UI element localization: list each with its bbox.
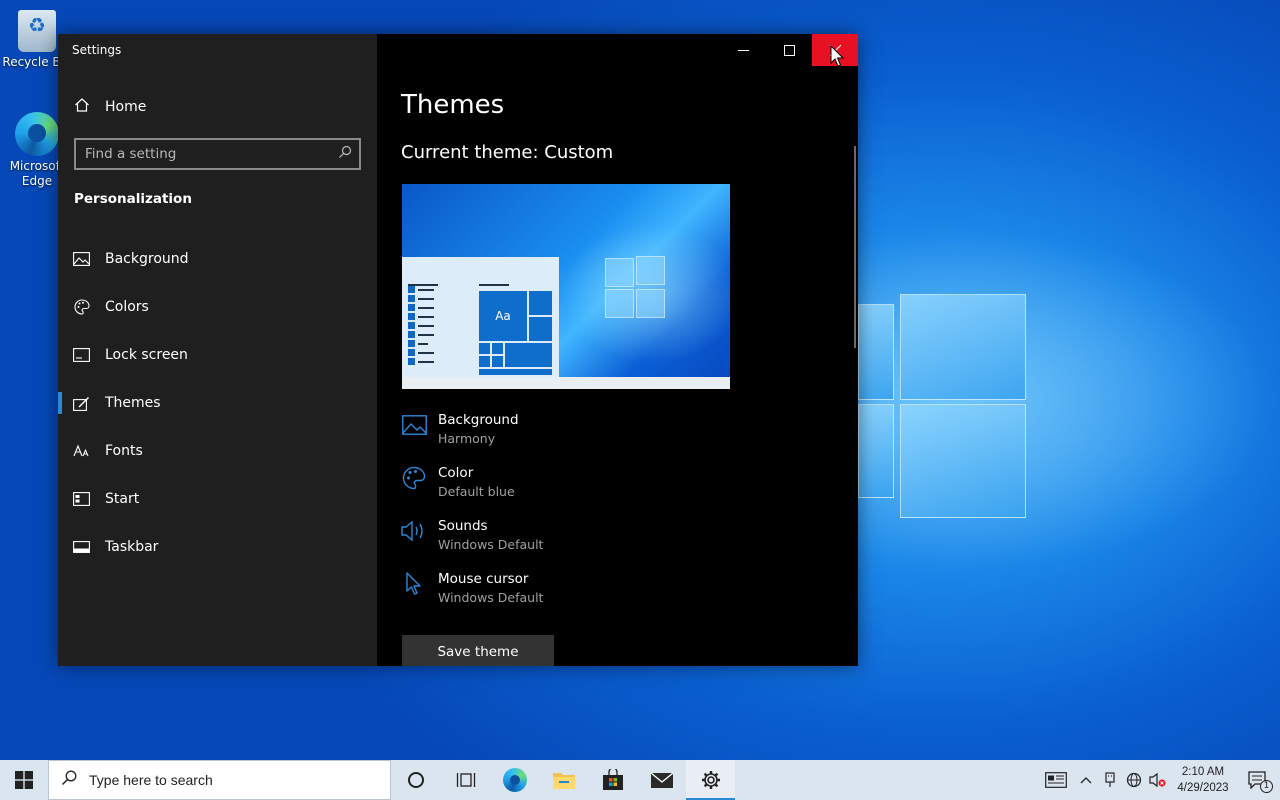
search-icon [49, 770, 89, 790]
taskbar: Type here to search 2:10 AM 4/29/2023 1 [0, 760, 1280, 800]
theme-preview: Aa [402, 184, 730, 389]
notifications-button[interactable]: 1 [1236, 760, 1280, 800]
theme-prop-value: Default blue [438, 484, 515, 499]
theme-prop-value: Windows Default [438, 590, 544, 605]
settings-nav-pane: Settings Home Personalization Background [58, 34, 377, 666]
search-icon[interactable] [331, 145, 359, 163]
maximize-button[interactable] [766, 34, 812, 66]
nav-item-background[interactable]: Background [58, 235, 377, 283]
picture-icon [401, 412, 427, 438]
settings-icon [701, 771, 720, 789]
nav-list: Background Colors Lock screen Themes Fon… [58, 235, 377, 571]
network-globe-icon [1126, 772, 1142, 788]
volume-button[interactable] [1146, 760, 1170, 800]
nav-item-label: Colors [105, 299, 149, 315]
theme-prop-name: Background [438, 412, 519, 428]
notification-count-badge: 1 [1260, 780, 1273, 793]
network-button[interactable] [1122, 760, 1146, 800]
mouse-pointer-icon [830, 45, 844, 67]
edge-icon [502, 768, 527, 792]
save-theme-button[interactable]: Save theme [402, 635, 554, 666]
font-icon [58, 444, 105, 458]
taskbar-icon [58, 541, 105, 553]
nav-item-fonts[interactable]: Fonts [58, 427, 377, 475]
cursor-icon [401, 571, 427, 597]
edge-icon [15, 112, 59, 156]
nav-item-label: Taskbar [105, 539, 159, 555]
nav-item-label: Lock screen [105, 347, 188, 363]
volume-muted-icon [1149, 772, 1166, 788]
start-button[interactable] [0, 760, 48, 800]
theme-prop-name: Sounds [438, 518, 488, 534]
mail-icon [650, 772, 673, 788]
settings-search-input[interactable] [76, 140, 331, 168]
home-icon [58, 97, 105, 117]
taskbar-mail[interactable] [637, 760, 686, 800]
taskbar-search-placeholder: Type here to search [89, 772, 213, 788]
taskbar-store[interactable] [588, 760, 637, 800]
taskbar-search-box[interactable]: Type here to search [48, 760, 391, 800]
start-icon [58, 492, 105, 506]
cortana-icon [408, 772, 424, 788]
minimize-button[interactable] [720, 34, 766, 66]
preview-window-card: Aa [402, 257, 559, 389]
preview-windows-logo [605, 256, 667, 318]
nav-item-label: Themes [105, 395, 161, 411]
palette-icon [58, 299, 105, 315]
current-theme-heading: Current theme: Custom [401, 142, 614, 163]
taskbar-file-explorer[interactable] [539, 760, 588, 800]
theme-prop-value: Windows Default [438, 537, 544, 552]
settings-search-box[interactable] [74, 138, 361, 170]
taskbar-settings[interactable] [686, 760, 735, 800]
task-view-button[interactable] [441, 760, 490, 800]
wallpaper-windows-logo [858, 282, 1028, 520]
nav-item-start[interactable]: Start [58, 475, 377, 523]
nav-item-label: Start [105, 491, 140, 507]
recycle-bin-icon [18, 10, 56, 52]
settings-window: Settings Home Personalization Background [58, 34, 858, 666]
picture-icon [58, 252, 105, 266]
nav-section-title: Personalization [74, 191, 192, 207]
nav-item-label: Fonts [105, 443, 143, 459]
preview-tile-text: Aa [478, 290, 528, 342]
news-button[interactable] [1038, 760, 1074, 800]
store-icon [602, 769, 623, 790]
theme-prop-value: Harmony [438, 431, 496, 446]
clock-date: 4/29/2023 [1177, 782, 1229, 794]
clock[interactable]: 2:10 AM 4/29/2023 [1170, 764, 1236, 796]
nav-home-label: Home [105, 99, 147, 115]
settings-content: Themes Current theme: Custom Aa Backgrou… [377, 34, 858, 666]
theme-prop-name: Color [438, 465, 474, 481]
show-hidden-icons-button[interactable] [1074, 760, 1098, 800]
maximize-icon [783, 44, 795, 56]
palette-icon [401, 465, 427, 491]
chevron-up-icon [1080, 777, 1092, 784]
clock-time: 2:10 AM [1181, 766, 1225, 778]
nav-item-taskbar[interactable]: Taskbar [58, 523, 377, 571]
nav-home[interactable]: Home [58, 90, 377, 124]
nav-item-label: Background [105, 251, 189, 267]
usb-device-button[interactable] [1098, 760, 1122, 800]
nav-item-colors[interactable]: Colors [58, 283, 377, 331]
themes-icon [58, 396, 105, 411]
minimize-icon [737, 49, 749, 51]
speaker-icon [401, 518, 427, 544]
window-title: Settings [72, 43, 122, 57]
content-scrollbar[interactable] [854, 146, 856, 348]
usb-icon [1105, 772, 1115, 787]
cortana-button[interactable] [391, 760, 441, 800]
windows-start-icon [15, 771, 33, 789]
nav-item-themes[interactable]: Themes [58, 379, 377, 427]
system-tray: 2:10 AM 4/29/2023 1 [1038, 760, 1280, 800]
nav-item-lock-screen[interactable]: Lock screen [58, 331, 377, 379]
lock-screen-icon [58, 348, 105, 362]
file-explorer-icon [552, 773, 575, 789]
taskbar-edge[interactable] [490, 760, 539, 800]
page-title: Themes [401, 90, 505, 120]
task-view-icon [456, 773, 475, 787]
theme-prop-name: Mouse cursor [438, 571, 529, 587]
news-icon [1045, 772, 1067, 788]
